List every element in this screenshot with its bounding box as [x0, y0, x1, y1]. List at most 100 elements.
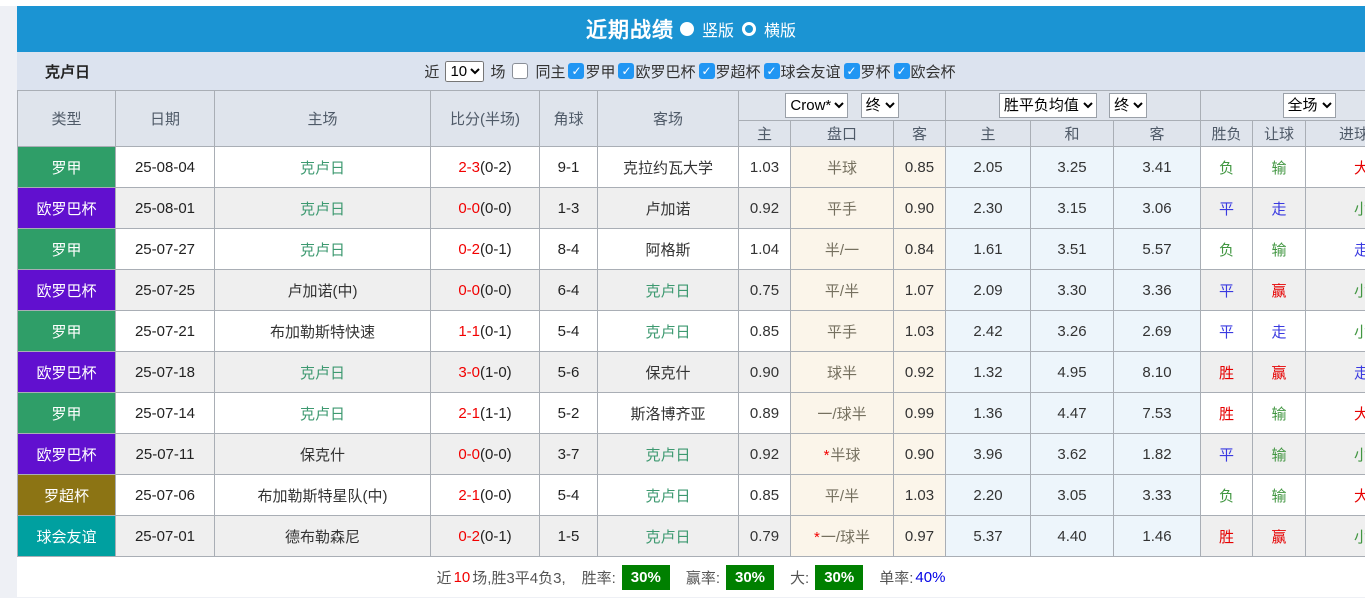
- away-team[interactable]: 卢加诺: [598, 188, 739, 229]
- avg-win: 3.96: [946, 434, 1031, 475]
- away-team[interactable]: 克卢日: [598, 434, 739, 475]
- subheader-avg-win: 主: [946, 121, 1031, 147]
- score: 0-2(0-1): [431, 516, 540, 557]
- odds-home: 1.04: [739, 229, 791, 270]
- win-rate-value: 30%: [622, 565, 670, 590]
- period-select[interactable]: 全场: [1283, 93, 1336, 118]
- avg-lose: 1.82: [1114, 434, 1201, 475]
- home-team[interactable]: 布加勒斯特星队(中): [215, 475, 431, 516]
- away-team[interactable]: 克卢日: [598, 516, 739, 557]
- odds-state-select[interactable]: 终: [861, 93, 899, 118]
- away-team[interactable]: 斯洛博齐亚: [598, 393, 739, 434]
- league-checkbox[interactable]: ✓: [699, 63, 715, 79]
- home-team[interactable]: 克卢日: [215, 147, 431, 188]
- early-odds-star: *: [814, 529, 820, 546]
- match-date: 25-07-11: [116, 434, 215, 475]
- summary-bar: 近10场,胜3平4负3, 胜率:30% 赢率:30% 大:30% 单率:40%: [17, 557, 1365, 597]
- away-team[interactable]: 克卢日: [598, 475, 739, 516]
- odds-away: 0.99: [894, 393, 946, 434]
- odds-away: 0.84: [894, 229, 946, 270]
- match-row: 欧罗巴杯25-07-25卢加诺(中)0-0(0-0)6-4克卢日0.75平/半1…: [18, 270, 1365, 311]
- league-filters: ✓罗甲✓欧罗巴杯✓罗超杯✓球会友谊✓罗杯✓欧会杯: [568, 61, 957, 82]
- title-bar: 近期战绩 竖版 横版: [17, 6, 1365, 52]
- home-team[interactable]: 保克什: [215, 434, 431, 475]
- handicap-line: 平手: [791, 311, 894, 352]
- same-home-checkbox[interactable]: [512, 63, 528, 79]
- league-checkbox[interactable]: ✓: [894, 63, 910, 79]
- odds-home: 0.85: [739, 475, 791, 516]
- avg-win: 1.61: [946, 229, 1031, 270]
- away-team[interactable]: 克卢日: [598, 311, 739, 352]
- radio-vertical-label[interactable]: 竖版: [702, 17, 734, 41]
- radio-horizontal-label[interactable]: 横版: [764, 17, 796, 41]
- match-row: 欧罗巴杯25-08-01克卢日0-0(0-0)1-3卢加诺0.92平手0.902…: [18, 188, 1365, 229]
- results-table: 类型 日期 主场 比分(半场) 角球 客场 Crow* 终: [17, 90, 1365, 557]
- avg-win: 2.20: [946, 475, 1031, 516]
- handicap-line: 半/一: [791, 229, 894, 270]
- match-row: 欧罗巴杯25-07-11保克什0-0(0-0)3-7克卢日0.92*半球0.90…: [18, 434, 1365, 475]
- handicap-rate-value: 30%: [726, 565, 774, 590]
- radio-vertical-layout[interactable]: [680, 22, 694, 36]
- radio-horizontal-layout[interactable]: [742, 22, 756, 36]
- home-team[interactable]: 克卢日: [215, 393, 431, 434]
- avg-draw: 3.05: [1031, 475, 1114, 516]
- filters-group: 近 10 场 同主 ✓罗甲✓欧罗巴杯✓罗超杯✓球会友谊✓罗杯✓欧会杯: [424, 61, 957, 82]
- result-outcome: 平: [1201, 311, 1253, 352]
- odds-away: 1.07: [894, 270, 946, 311]
- league-checkbox[interactable]: ✓: [618, 63, 634, 79]
- avg-lose: 7.53: [1114, 393, 1201, 434]
- score: 0-0(0-0): [431, 434, 540, 475]
- corner-score: 8-4: [540, 229, 598, 270]
- match-date: 25-08-04: [116, 147, 215, 188]
- odds-company-select[interactable]: Crow*: [785, 93, 848, 118]
- subheader-result-wdl: 胜负: [1201, 121, 1253, 147]
- avg-state-select[interactable]: 终: [1109, 93, 1147, 118]
- away-team[interactable]: 保克什: [598, 352, 739, 393]
- period-group-header: 全场: [1201, 91, 1365, 121]
- home-team[interactable]: 德布勒森尼: [215, 516, 431, 557]
- corner-score: 3-7: [540, 434, 598, 475]
- recent-results-panel: 近期战绩 竖版 横版 克卢日 近 10 场 同主 ✓罗甲✓欧罗巴杯✓罗超杯✓球会…: [17, 6, 1365, 597]
- avg-draw: 4.40: [1031, 516, 1114, 557]
- match-date: 25-07-01: [116, 516, 215, 557]
- home-team[interactable]: 克卢日: [215, 352, 431, 393]
- odds-home: 1.03: [739, 147, 791, 188]
- match-date: 25-07-06: [116, 475, 215, 516]
- big-rate-value: 30%: [815, 565, 863, 590]
- score: 0-0(0-0): [431, 188, 540, 229]
- odds-away: 0.90: [894, 434, 946, 475]
- match-count-select[interactable]: 10: [445, 61, 484, 82]
- result-goals: 小: [1306, 270, 1365, 311]
- avg-type-select[interactable]: 胜平负均值: [999, 93, 1097, 118]
- league-type-badge: 球会友谊: [18, 516, 116, 557]
- home-team[interactable]: 克卢日: [215, 188, 431, 229]
- odds-home: 0.90: [739, 352, 791, 393]
- result-goals: 小: [1306, 516, 1365, 557]
- league-label: 罗超杯: [716, 61, 761, 82]
- handicap-line: 球半: [791, 352, 894, 393]
- league-checkbox[interactable]: ✓: [568, 63, 584, 79]
- home-team[interactable]: 卢加诺(中): [215, 270, 431, 311]
- avg-lose: 3.41: [1114, 147, 1201, 188]
- handicap-line: *一/球半: [791, 516, 894, 557]
- field-label: 场: [490, 61, 505, 82]
- score: 3-0(1-0): [431, 352, 540, 393]
- result-outcome: 胜: [1201, 393, 1253, 434]
- away-team[interactable]: 克拉约瓦大学: [598, 147, 739, 188]
- corner-score: 5-4: [540, 475, 598, 516]
- away-team[interactable]: 克卢日: [598, 270, 739, 311]
- league-checkbox[interactable]: ✓: [764, 63, 780, 79]
- score: 2-1(1-1): [431, 393, 540, 434]
- home-team[interactable]: 克卢日: [215, 229, 431, 270]
- away-team[interactable]: 阿格斯: [598, 229, 739, 270]
- subheader-result-goals: 进球数: [1306, 121, 1365, 147]
- league-checkbox[interactable]: ✓: [844, 63, 860, 79]
- match-row: 欧罗巴杯25-07-18克卢日3-0(1-0)5-6保克什0.90球半0.921…: [18, 352, 1365, 393]
- result-handicap: 输: [1253, 475, 1306, 516]
- result-goals: 小: [1306, 434, 1365, 475]
- result-handicap: 输: [1253, 147, 1306, 188]
- avg-win: 2.30: [946, 188, 1031, 229]
- match-row: 罗甲25-08-04克卢日2-3(0-2)9-1克拉约瓦大学1.03半球0.85…: [18, 147, 1365, 188]
- home-team[interactable]: 布加勒斯特快速: [215, 311, 431, 352]
- odds-home: 0.89: [739, 393, 791, 434]
